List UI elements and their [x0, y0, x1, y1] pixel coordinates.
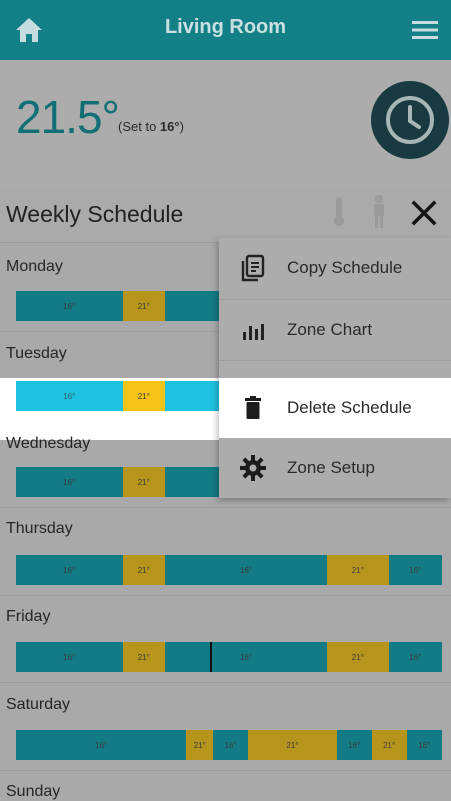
schedule-segment[interactable]: 21°: [122, 555, 166, 585]
menu-label: Copy Schedule: [287, 258, 403, 277]
schedule-segment[interactable]: 21°: [122, 467, 166, 497]
schedule-segment[interactable]: 16°: [16, 467, 123, 497]
current-temperature: 21.5°: [16, 91, 120, 143]
menu-item-copy-schedule[interactable]: Copy Schedule: [219, 238, 451, 298]
menu-label: Zone Setup: [287, 458, 375, 477]
schedule-segment[interactable]: 16°: [16, 381, 123, 411]
gear-icon: [240, 455, 266, 481]
page-title: Living Room: [164, 16, 287, 38]
menu-item-zone-chart[interactable]: Zone Chart: [219, 300, 451, 360]
divider: [0, 507, 451, 508]
clock-button[interactable]: [371, 81, 449, 159]
top-bar: Living Room: [0, 0, 451, 60]
day-label-tuesday: Tuesday: [6, 345, 67, 362]
divider: [0, 595, 451, 596]
schedule-segment[interactable]: 16°: [388, 555, 442, 585]
day-label-wednesday: Wednesday: [6, 435, 91, 452]
schedule-segment[interactable]: 16°: [16, 642, 123, 672]
schedule-segment[interactable]: 21°: [326, 555, 389, 585]
schedule-title: Weekly Schedule: [6, 201, 184, 227]
schedule-segment[interactable]: 21°: [122, 642, 166, 672]
day-label-thursday: Thursday: [6, 520, 73, 537]
schedule-segment[interactable]: 16°: [16, 730, 187, 760]
trash-icon: [245, 396, 261, 419]
schedule-segment[interactable]: 16°: [16, 291, 123, 321]
set-prefix: (Set to: [118, 119, 160, 134]
menu-label: Delete Schedule: [287, 398, 412, 417]
schedule-bar-thursday[interactable]: 16° 21° 16° 21° 16°: [16, 555, 442, 585]
bar-chart-icon: [243, 324, 264, 340]
hamburger-menu-icon[interactable]: [412, 19, 438, 41]
overflow-menu: Copy Schedule Zone Chart Delete Schedule: [219, 238, 451, 498]
schedule-segment[interactable]: 21°: [186, 730, 214, 760]
menu-item-zone-setup[interactable]: Zone Setup: [219, 438, 451, 498]
current-time-marker: [210, 642, 212, 672]
day-label-friday: Friday: [6, 608, 51, 625]
clock-icon: [386, 96, 434, 144]
person-icon[interactable]: [370, 195, 388, 229]
schedule-segment[interactable]: 21°: [248, 730, 337, 760]
set-suffix: ): [179, 119, 184, 134]
close-icon[interactable]: [410, 199, 438, 227]
menu-label: Zone Chart: [287, 320, 373, 339]
schedule-segment[interactable]: 21°: [371, 730, 407, 760]
schedule-segment[interactable]: 16°: [336, 730, 372, 760]
schedule-segment[interactable]: 16°: [16, 555, 123, 585]
divider: [219, 360, 451, 361]
schedule-segment[interactable]: 16°: [165, 642, 327, 672]
divider: [0, 682, 451, 683]
schedule-segment[interactable]: 21°: [122, 291, 166, 321]
day-label-monday: Monday: [6, 258, 63, 275]
divider: [0, 770, 451, 771]
day-label-sunday: Sunday: [6, 783, 61, 800]
schedule-segment[interactable]: 16°: [388, 642, 442, 672]
schedule-segment[interactable]: 21°: [326, 642, 389, 672]
schedule-segment[interactable]: 21°: [122, 381, 166, 411]
schedule-segment[interactable]: 16°: [406, 730, 442, 760]
set-temperature: (Set to 16°): [118, 119, 184, 134]
set-value: 16°: [159, 119, 180, 134]
menu-item-delete-schedule[interactable]: Delete Schedule: [219, 378, 451, 438]
schedule-bar-friday[interactable]: 16° 21° 16° 21° 16°: [16, 642, 442, 672]
copy-icon: [241, 254, 265, 282]
day-label-saturday: Saturday: [6, 696, 71, 713]
status-panel: 21.5° (Set to 16°): [0, 60, 451, 186]
schedule-bar-saturday[interactable]: 16° 21° 16° 21° 16° 21° 16°: [16, 730, 442, 760]
schedule-segment[interactable]: 16°: [165, 555, 327, 585]
thermometer-icon[interactable]: [333, 197, 345, 227]
schedule-segment[interactable]: 16°: [213, 730, 249, 760]
